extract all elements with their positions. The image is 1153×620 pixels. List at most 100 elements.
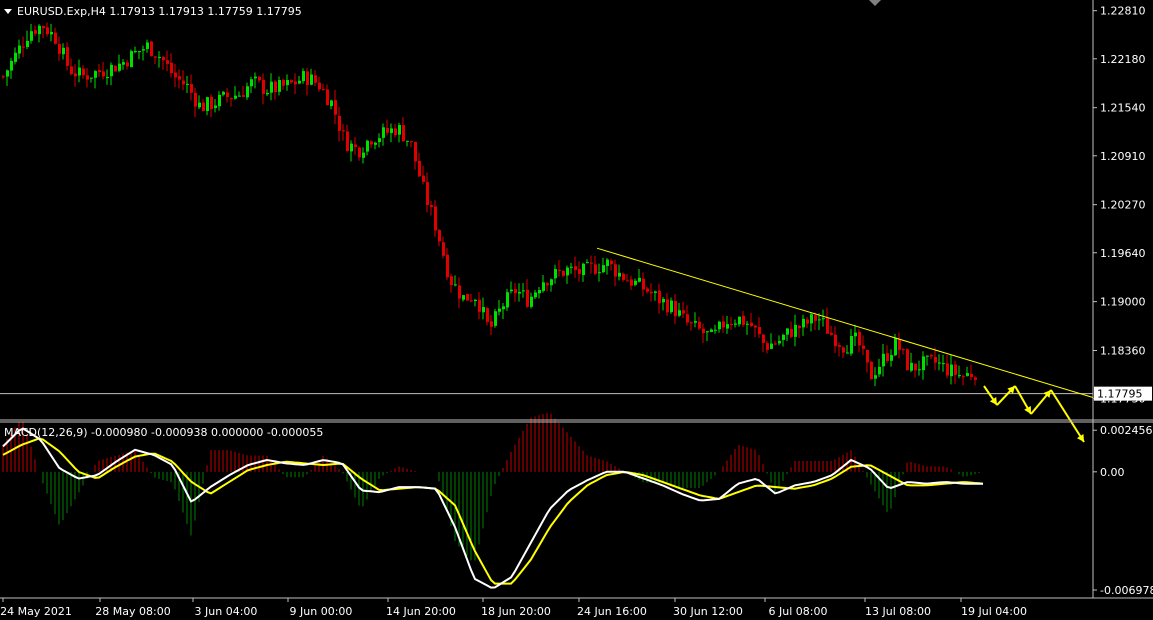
candle[interactable] xyxy=(558,260,561,277)
candle[interactable] xyxy=(310,68,313,86)
candle[interactable] xyxy=(514,283,517,302)
candle[interactable] xyxy=(242,86,245,98)
candle[interactable] xyxy=(22,36,25,58)
candle[interactable] xyxy=(142,45,145,61)
candle[interactable] xyxy=(450,273,453,293)
candle[interactable] xyxy=(622,272,625,282)
candle[interactable] xyxy=(874,367,877,387)
candle[interactable] xyxy=(386,119,389,136)
candle[interactable] xyxy=(886,345,889,364)
candle[interactable] xyxy=(910,352,913,373)
candle[interactable] xyxy=(466,293,469,301)
candle[interactable] xyxy=(338,106,341,142)
candle[interactable] xyxy=(402,117,405,142)
candle[interactable] xyxy=(334,89,337,125)
candle[interactable] xyxy=(510,281,513,294)
candle[interactable] xyxy=(762,333,765,353)
candle[interactable] xyxy=(646,286,649,294)
symbol-dropdown-icon[interactable] xyxy=(4,9,12,14)
candle[interactable] xyxy=(274,80,277,100)
candle[interactable] xyxy=(814,312,817,331)
candle[interactable] xyxy=(306,67,309,96)
candle[interactable] xyxy=(878,358,881,378)
candle[interactable] xyxy=(942,354,945,372)
candle[interactable] xyxy=(290,79,293,84)
main-price-panel[interactable] xyxy=(0,22,1094,443)
candle[interactable] xyxy=(738,316,741,327)
candle[interactable] xyxy=(146,39,149,53)
candle[interactable] xyxy=(530,292,533,309)
candle[interactable] xyxy=(478,292,481,320)
candle[interactable] xyxy=(654,290,657,301)
candle[interactable] xyxy=(498,300,501,316)
candle[interactable] xyxy=(734,319,737,328)
candle[interactable] xyxy=(454,275,457,287)
candle[interactable] xyxy=(150,40,153,57)
candle[interactable] xyxy=(62,43,65,60)
candle[interactable] xyxy=(882,343,885,377)
candle[interactable] xyxy=(634,278,637,287)
candle[interactable] xyxy=(218,91,221,111)
candle[interactable] xyxy=(330,99,333,110)
candle[interactable] xyxy=(638,268,641,283)
candle[interactable] xyxy=(830,325,833,336)
candle[interactable] xyxy=(770,333,773,349)
candle[interactable] xyxy=(674,294,677,324)
macd-main-line[interactable] xyxy=(2,427,983,589)
candle[interactable] xyxy=(570,262,573,274)
candle[interactable] xyxy=(966,366,969,377)
candle[interactable] xyxy=(922,351,925,380)
candle[interactable] xyxy=(782,333,785,347)
candle[interactable] xyxy=(358,146,361,161)
candle[interactable] xyxy=(270,73,273,101)
candle[interactable] xyxy=(906,348,909,371)
candle[interactable] xyxy=(702,323,705,344)
candle[interactable] xyxy=(430,201,433,216)
candle[interactable] xyxy=(778,335,781,346)
candle[interactable] xyxy=(578,261,581,282)
candle[interactable] xyxy=(14,47,17,65)
candle[interactable] xyxy=(134,46,137,54)
candle[interactable] xyxy=(394,123,397,138)
candle[interactable] xyxy=(50,23,53,42)
candle[interactable] xyxy=(418,152,421,178)
candle[interactable] xyxy=(82,65,85,79)
candle[interactable] xyxy=(54,27,57,45)
candle[interactable] xyxy=(574,256,577,278)
candle[interactable] xyxy=(970,364,973,381)
candle[interactable] xyxy=(186,75,189,93)
candle[interactable] xyxy=(354,137,357,155)
candle[interactable] xyxy=(594,255,597,276)
candle[interactable] xyxy=(642,272,645,297)
candle[interactable] xyxy=(398,122,401,143)
candle[interactable] xyxy=(158,51,161,68)
candle[interactable] xyxy=(350,140,353,162)
candle[interactable] xyxy=(170,53,173,78)
candle[interactable] xyxy=(754,324,757,337)
candle[interactable] xyxy=(550,278,553,292)
candle[interactable] xyxy=(618,264,621,281)
candle[interactable] xyxy=(722,315,725,333)
candle[interactable] xyxy=(822,309,825,327)
candle[interactable] xyxy=(606,258,609,275)
candle[interactable] xyxy=(138,51,141,60)
candle[interactable] xyxy=(198,95,201,110)
candle[interactable] xyxy=(254,72,257,89)
candle[interactable] xyxy=(374,141,377,150)
candle[interactable] xyxy=(106,69,109,85)
candle[interactable] xyxy=(278,76,281,96)
candle[interactable] xyxy=(366,139,369,156)
candle[interactable] xyxy=(898,332,901,359)
candle[interactable] xyxy=(858,329,861,352)
candle[interactable] xyxy=(422,165,425,185)
candle[interactable] xyxy=(950,354,953,385)
candle[interactable] xyxy=(626,274,629,282)
candle[interactable] xyxy=(666,293,669,316)
candle[interactable] xyxy=(98,63,101,78)
candle[interactable] xyxy=(390,123,393,143)
candle[interactable] xyxy=(506,288,509,311)
candle[interactable] xyxy=(566,265,569,284)
candle[interactable] xyxy=(126,60,129,70)
candle[interactable] xyxy=(554,264,557,284)
candle[interactable] xyxy=(870,360,873,380)
